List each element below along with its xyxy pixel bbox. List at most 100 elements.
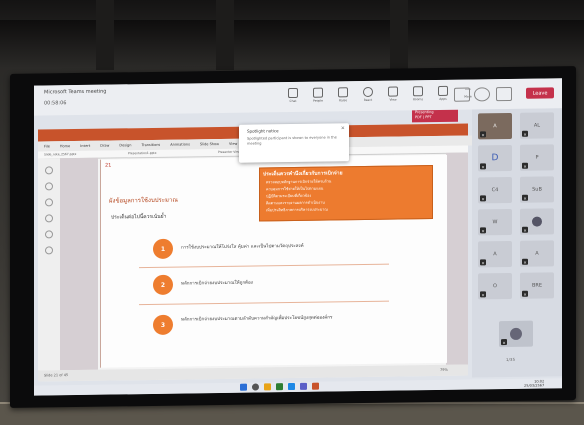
menu-insert[interactable]: Insert [80, 144, 90, 148]
teams-icon[interactable] [300, 382, 307, 390]
search-icon[interactable] [252, 383, 259, 391]
start-icon[interactable] [240, 383, 247, 391]
search-icon[interactable] [45, 198, 53, 207]
mic-icon[interactable] [474, 87, 490, 102]
participant-tile[interactable]: AL × [520, 112, 554, 139]
meeting-timer: 00:58:06 [44, 100, 67, 107]
participant-initials: P [535, 154, 539, 161]
laser-icon[interactable] [45, 230, 53, 239]
menu-slideshow[interactable]: Slide Show [200, 142, 219, 146]
mic-off-icon: × [522, 258, 528, 265]
tab-file-1[interactable]: Slide_note_2567.pptx [44, 152, 76, 156]
participant-tile[interactable]: × [520, 208, 554, 235]
slide-title: ผังข้อมูลการใช้งบประมาณ [109, 196, 178, 205]
point-number: 3 [153, 314, 173, 335]
tab-file-2[interactable]: Presentation1.pptx [128, 151, 156, 155]
mic-off-icon: × [480, 131, 486, 138]
view-button[interactable]: View [384, 86, 402, 102]
camera-icon[interactable] [454, 87, 470, 102]
raise-hand-button[interactable]: Raise [334, 87, 352, 102]
edge-icon[interactable] [288, 382, 295, 391]
participant-initials: A [535, 250, 539, 257]
chat-icon [288, 87, 298, 99]
menu-view[interactable]: View [229, 142, 237, 146]
meeting-title: Microsoft Teams meeting [44, 88, 107, 96]
participant-tile[interactable]: C4 × [478, 176, 512, 204]
apps-button[interactable]: Apps [434, 85, 452, 101]
mic-off-icon: × [501, 339, 507, 346]
menu-home[interactable]: Home [60, 144, 70, 148]
participant-gallery: A × AL × D × P × C4 × SuB × W × × A × A × O × BRE ×… [472, 108, 562, 378]
chat-button[interactable]: Chat [284, 87, 302, 104]
people-button[interactable]: People [309, 87, 327, 103]
television: Microsoft Teams meeting 00:58:06 Chat Pe… [10, 66, 576, 408]
point-text: การใช้งบประมาณให้โปร่งใส คุ้มค่า และเป็น… [181, 243, 304, 251]
mic-off-icon: × [522, 226, 528, 233]
undo-icon[interactable] [45, 182, 53, 191]
callout-line: ควบคุมการใช้จ่ายให้เป็นไปตามแผน [266, 186, 324, 192]
raise-label: Raise [338, 98, 348, 103]
react-button[interactable]: React [359, 86, 377, 103]
divider [139, 300, 389, 306]
zoom-icon[interactable] [45, 214, 53, 223]
participant-tile[interactable]: P × [520, 144, 554, 171]
participant-tile[interactable]: A × [478, 240, 512, 268]
participant-tile[interactable]: BRE × [520, 272, 554, 299]
participant-tile[interactable]: D × [478, 144, 512, 172]
notification-body: Spotlighted participant is shown to ever… [247, 135, 337, 146]
tv-screen: Microsoft Teams meeting 00:58:06 Chat Pe… [34, 78, 562, 396]
participant-tile[interactable]: W × [478, 208, 512, 236]
participant-initials: W [492, 219, 498, 226]
grid-icon[interactable] [45, 246, 53, 255]
menu-animations[interactable]: Animations [170, 142, 190, 146]
apps-icon [438, 85, 448, 96]
clock-date: 25/03/2567 [524, 383, 545, 388]
participant-initials: BRE [531, 282, 543, 289]
menu-transitions[interactable]: Transitions [142, 143, 161, 147]
windows-taskbar: 10:02 25/03/2567 [34, 378, 562, 396]
participant-tile[interactable]: A × [520, 240, 554, 267]
leave-button[interactable]: Leave [526, 87, 554, 99]
badge-line: PDF | PPT [415, 115, 432, 120]
participant-initials: C4 [491, 187, 499, 194]
point-number: 2 [153, 274, 173, 295]
excel-icon[interactable] [276, 383, 283, 391]
mic-off-icon: × [480, 195, 486, 202]
participant-initials: D [491, 153, 499, 164]
participant-tile[interactable]: O × [478, 272, 512, 300]
callout-line: เพิ่มประสิทธิภาพการบริหารงบประมาณ [266, 207, 328, 213]
mic-off-icon: × [522, 162, 528, 169]
powerpoint-icon[interactable] [312, 382, 319, 390]
react-label: React [363, 97, 373, 103]
slide-counter: Slide 21 of 45 [44, 373, 69, 378]
menu-file[interactable]: File [44, 144, 50, 148]
tab-presenter[interactable]: Presenter View [218, 150, 240, 154]
slide-margin-right [446, 152, 468, 365]
close-icon[interactable]: × [341, 125, 345, 131]
gallery-pager[interactable]: 1/35 [506, 357, 515, 362]
point-text: หลักการเบิกจ่ายงบประมาณตามลำดับความสำคัญ… [181, 315, 333, 323]
participant-tile[interactable]: SuB × [520, 176, 554, 203]
pen-icon[interactable] [45, 166, 53, 175]
slide-subtitle: ประเด็นต่อไปนี้ควรเน้นย้ำ [111, 213, 167, 221]
rooms-icon [413, 86, 423, 97]
slide-margin-left [60, 157, 98, 371]
mic-off-icon: × [522, 130, 528, 137]
mic-off-icon: × [480, 227, 486, 234]
menu-draw[interactable]: Draw [100, 144, 109, 148]
apps-label: Apps [439, 96, 447, 101]
menu-design[interactable]: Design [119, 143, 131, 147]
point-text: หลักการเบิกจ่ายงบประมาณให้ถูกต้อง [181, 280, 253, 287]
post-right [390, 0, 408, 70]
share-icon[interactable] [496, 86, 512, 102]
rooms-button[interactable]: Rooms [409, 86, 427, 101]
people-label: People [313, 98, 323, 103]
zoom-level[interactable]: 79% [440, 368, 448, 372]
mic-off-icon: × [480, 259, 486, 266]
files-icon[interactable] [264, 383, 271, 391]
slide: 21 ผังข้อมูลการใช้งบประมาณ ประเด็นต่อไปน… [100, 154, 447, 368]
participant-tile[interactable]: A × [478, 112, 512, 140]
participant-initials: A [493, 123, 497, 130]
chat-label: Chat [289, 98, 297, 104]
participant-tile[interactable]: × [499, 320, 533, 348]
